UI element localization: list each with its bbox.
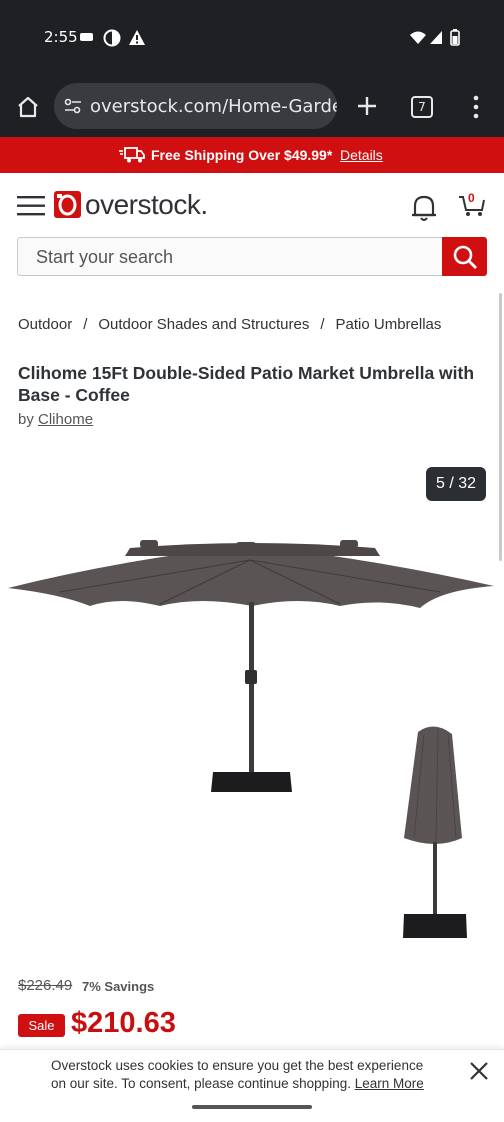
wifi-icon	[410, 31, 426, 44]
notification-icon	[80, 33, 93, 41]
logo-wordmark[interactable]: overstock.	[85, 189, 208, 221]
shipping-truck-icon	[119, 147, 145, 163]
umbrella-base	[211, 772, 292, 792]
site-settings-icon[interactable]	[64, 98, 82, 114]
alert-icon	[129, 30, 145, 45]
breadcrumb-separator: /	[83, 316, 88, 333]
site-header: overstock. 0	[0, 173, 504, 235]
canopy-vent	[236, 542, 256, 550]
by-label: by	[18, 411, 34, 428]
canopy-vent	[140, 540, 158, 548]
sale-badge: Sale	[18, 1014, 65, 1037]
cookie-learn-more-link[interactable]: Learn More	[355, 1076, 424, 1091]
url-text: overstock.com/Home-Garden	[90, 96, 337, 117]
canopy-vent	[340, 540, 358, 548]
promo-banner: Free Shipping Over $49.99* Details	[0, 137, 504, 173]
search-input[interactable]: Start your search	[17, 237, 443, 276]
brand-link[interactable]: Clihome	[38, 411, 93, 428]
was-price: $226.49	[18, 977, 73, 994]
closed-umbrella-pole	[433, 842, 437, 914]
url-bar[interactable]: overstock.com/Home-Garden	[54, 83, 337, 129]
search-icon	[453, 245, 477, 269]
cart-count: 0	[468, 191, 475, 205]
umbrella-crank	[245, 670, 257, 684]
breadcrumb-separator: /	[320, 316, 325, 333]
promo-text: Free Shipping Over $49.99*	[151, 147, 333, 163]
hamburger-menu-icon[interactable]	[17, 195, 45, 217]
savings-text: 7% Savings	[82, 979, 155, 994]
product-image[interactable]	[0, 520, 504, 950]
promo-details-link[interactable]: Details	[340, 147, 383, 163]
product-title: Clihome 15Ft Double-Sided Patio Market U…	[18, 363, 475, 405]
tab-count: 7	[418, 100, 426, 114]
breadcrumb: Outdoor / Outdoor Shades and Structures / Pa…	[18, 316, 441, 333]
search-placeholder: Start your search	[36, 247, 174, 267]
breadcrumb-patio-umbrellas[interactable]: Patio Umbrellas	[336, 316, 442, 333]
status-bar: 2:55	[0, 0, 504, 80]
browser-toolbar: overstock.com/Home-Garden 7	[0, 80, 504, 137]
home-icon[interactable]	[16, 95, 40, 119]
new-tab-icon[interactable]	[356, 95, 378, 117]
umbrella-pole	[249, 602, 254, 772]
breadcrumb-outdoor[interactable]: Outdoor	[18, 316, 72, 333]
more-menu-icon[interactable]	[472, 95, 480, 119]
search-button[interactable]	[442, 237, 487, 276]
gesture-home-indicator[interactable]	[192, 1105, 312, 1109]
bell-icon[interactable]	[411, 193, 437, 223]
image-counter: 5 / 32	[426, 467, 486, 501]
breadcrumb-shades-structures[interactable]: Outdoor Shades and Structures	[98, 316, 309, 333]
tab-switcher-icon[interactable]: 7	[411, 96, 433, 118]
battery-icon	[450, 29, 460, 46]
closed-umbrella-canopy	[404, 726, 462, 844]
overstock-logo-icon[interactable]	[54, 191, 81, 218]
signal-icon	[430, 31, 442, 44]
cookie-message: Overstock uses cookies to ensure you get…	[51, 1057, 441, 1093]
product-byline: by Clihome	[18, 411, 93, 428]
closed-umbrella-base	[403, 914, 467, 938]
cookie-banner: Overstock uses cookies to ensure you get…	[0, 1049, 504, 1122]
status-time: 2:55	[44, 28, 78, 46]
search-bar: Start your search	[17, 237, 487, 276]
current-price: $210.63	[71, 1007, 176, 1039]
close-icon[interactable]	[467, 1059, 491, 1083]
vpn-icon	[103, 29, 121, 47]
